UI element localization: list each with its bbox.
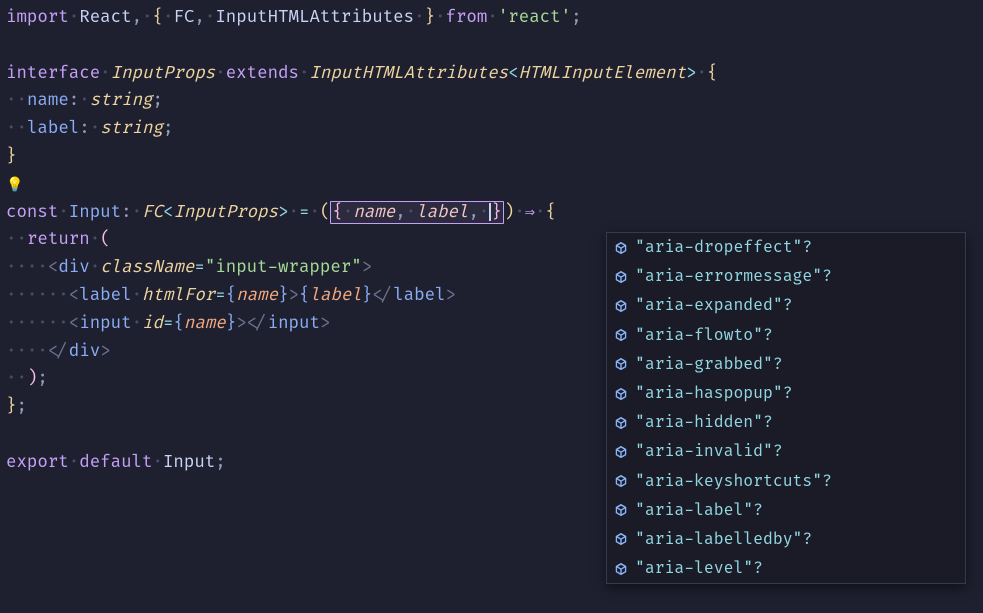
autocomplete-label: "aria-keyshortcuts"? — [635, 468, 832, 495]
autocomplete-item[interactable]: "aria-errormessage"? — [607, 262, 965, 291]
code-line[interactable]: const·Input:·FC<InputProps>·=·({·name,·l… — [6, 199, 977, 227]
field-icon — [613, 298, 629, 314]
autocomplete-item[interactable]: "aria-invalid"? — [607, 437, 965, 466]
code-line[interactable]: interface·InputProps·extends·InputHTMLAt… — [6, 60, 977, 88]
autocomplete-item[interactable]: "aria-level"? — [607, 554, 965, 583]
code-line[interactable] — [6, 32, 977, 60]
code-line[interactable]: import·React,·{·FC,·InputHTMLAttributes·… — [6, 4, 977, 32]
field-icon — [613, 386, 629, 402]
autocomplete-label: "aria-expanded"? — [635, 292, 793, 319]
autocomplete-item[interactable]: "aria-flowto"? — [607, 321, 965, 350]
autocomplete-item[interactable]: "aria-grabbed"? — [607, 350, 965, 379]
lightbulb-icon: 💡 — [6, 174, 23, 197]
code-line[interactable]: } — [6, 143, 977, 171]
autocomplete-label: "aria-dropeffect"? — [635, 234, 812, 261]
field-icon — [613, 502, 629, 518]
autocomplete-item[interactable]: "aria-keyshortcuts"? — [607, 467, 965, 496]
field-icon — [613, 561, 629, 577]
field-icon — [613, 444, 629, 460]
field-icon — [613, 269, 629, 285]
autocomplete-item[interactable]: "aria-dropeffect"? — [607, 233, 965, 262]
autocomplete-label: "aria-invalid"? — [635, 438, 783, 465]
autocomplete-popup[interactable]: "aria-dropeffect"? "aria-errormessage"? … — [606, 232, 966, 584]
autocomplete-label: "aria-hidden"? — [635, 409, 773, 436]
code-line[interactable]: ··name:·string; — [6, 87, 977, 115]
autocomplete-label: "aria-haspopup"? — [635, 380, 793, 407]
autocomplete-item[interactable]: "aria-labelledby"? — [607, 525, 965, 554]
autocomplete-label: "aria-flowto"? — [635, 322, 773, 349]
autocomplete-label: "aria-errormessage"? — [635, 263, 832, 290]
field-icon — [613, 356, 629, 372]
autocomplete-item[interactable]: "aria-hidden"? — [607, 408, 965, 437]
lightbulb-hint[interactable]: 💡 — [6, 171, 977, 199]
code-line[interactable]: ··label:·string; — [6, 115, 977, 143]
autocomplete-label: "aria-grabbed"? — [635, 351, 783, 378]
field-icon — [613, 473, 629, 489]
field-icon — [613, 240, 629, 256]
field-icon — [613, 327, 629, 343]
autocomplete-item[interactable]: "aria-label"? — [607, 496, 965, 525]
autocomplete-label: "aria-level"? — [635, 555, 763, 582]
autocomplete-item[interactable]: "aria-haspopup"? — [607, 379, 965, 408]
autocomplete-item[interactable]: "aria-expanded"? — [607, 291, 965, 320]
field-icon — [613, 531, 629, 547]
autocomplete-label: "aria-labelledby"? — [635, 526, 812, 553]
field-icon — [613, 415, 629, 431]
autocomplete-label: "aria-label"? — [635, 497, 763, 524]
